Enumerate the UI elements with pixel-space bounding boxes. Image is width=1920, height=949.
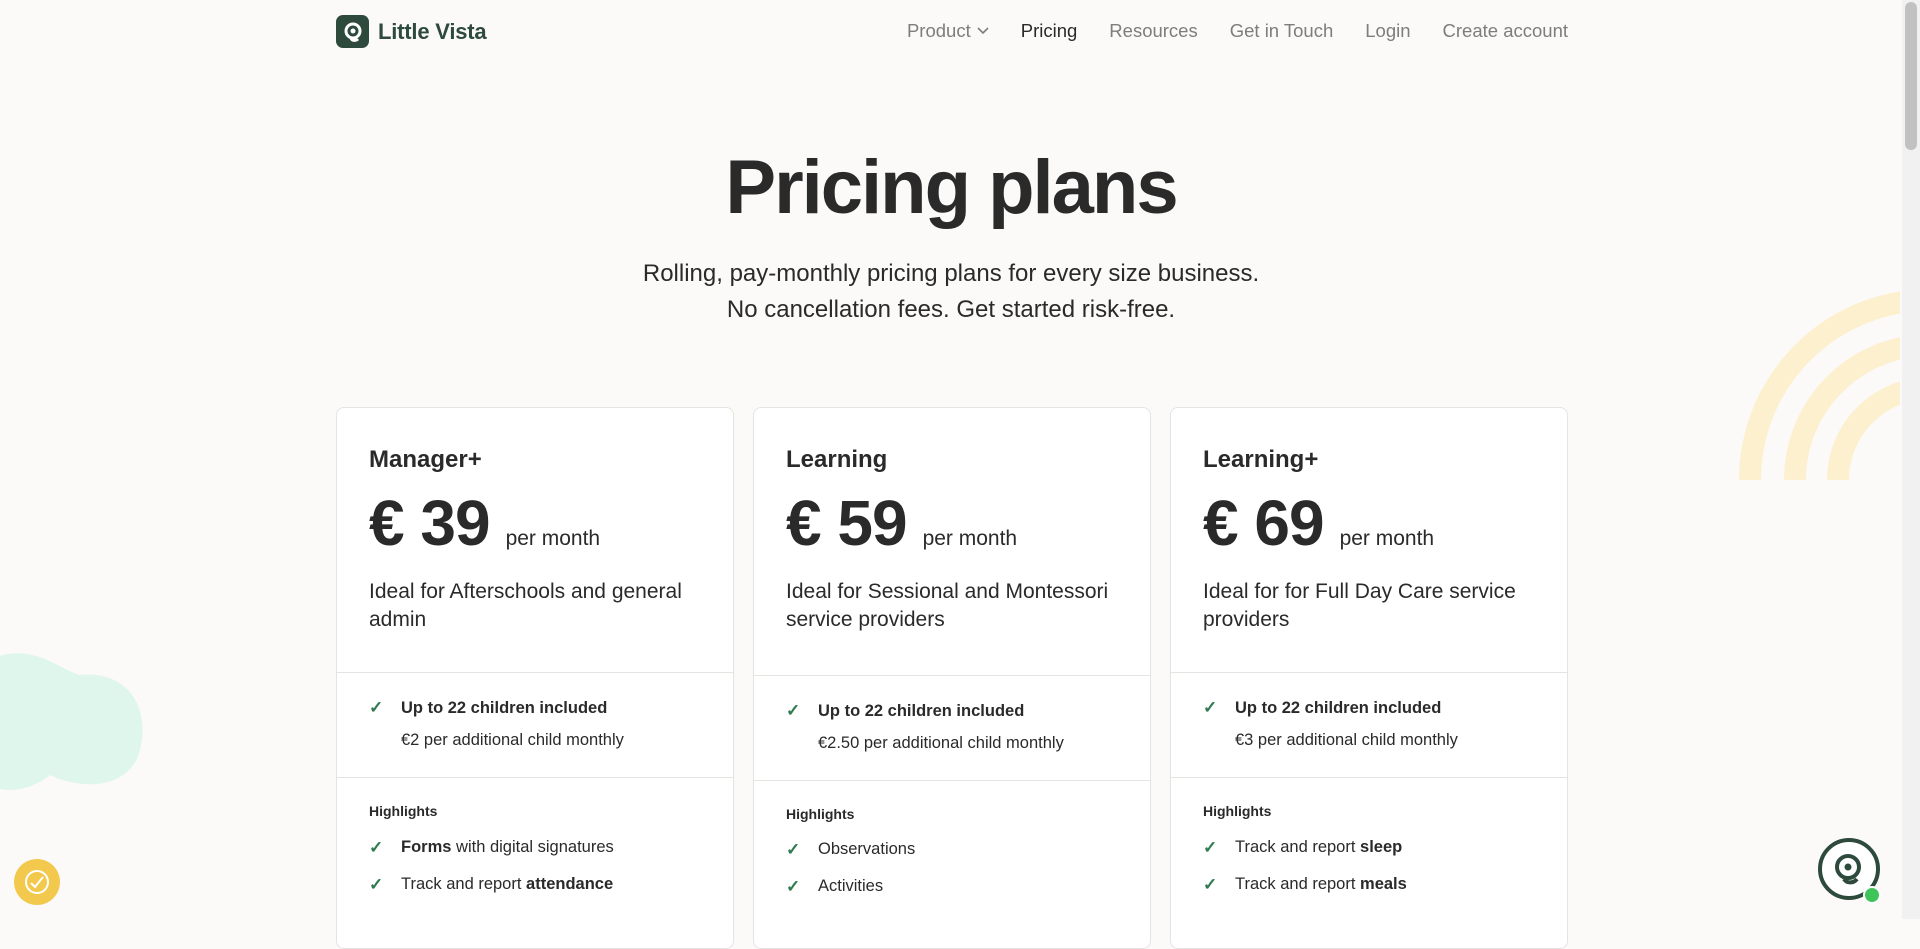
divider <box>337 672 733 673</box>
brand-name: Little Vista <box>378 18 487 44</box>
check-icon: ✓ <box>369 698 384 717</box>
chat-icon <box>1835 854 1861 885</box>
plan-included: ✓ Up to 22 children included €2.50 per ad… <box>786 701 1064 753</box>
list-item: ✓ Observations <box>786 839 916 859</box>
list-item: ✓ Track and report sleep <box>1203 837 1403 857</box>
check-icon: ✓ <box>1203 837 1218 857</box>
highlights-title: Highlights <box>369 803 438 819</box>
price-amount: € 69 <box>1203 487 1325 559</box>
nav-item-create-account[interactable]: Create account <box>1443 20 1568 42</box>
plan-card-manager-plus: Manager+ € 39 per month Ideal for Afters… <box>336 407 734 949</box>
nav-item-get-in-touch[interactable]: Get in Touch <box>1230 20 1334 42</box>
nav-item-login[interactable]: Login <box>1365 20 1410 42</box>
plan-card-learning-plus: Learning+ € 69 per month Ideal for for F… <box>1170 407 1568 949</box>
list-item: ✓ Track and report attendance <box>369 874 614 894</box>
plan-description: Ideal for Sessional and Montessori servi… <box>786 580 1109 631</box>
additional-child-price: €2.50 per additional child monthly <box>818 734 1064 752</box>
check-icon: ✓ <box>786 701 801 720</box>
plan-description: Ideal for Afterschools and general admin <box>369 580 682 631</box>
plan-included: ✓ Up to 22 children included €3 per addit… <box>1203 698 1458 750</box>
plan-card-learning: Learning € 59 per month Ideal for Sessio… <box>753 407 1151 949</box>
nav-item-product[interactable]: Product <box>907 20 989 42</box>
main-nav: Product Pricing Resources Get in Touch L… <box>907 20 1568 42</box>
brand-logo[interactable]: Little Vista <box>336 15 487 48</box>
nav-item-pricing[interactable]: Pricing <box>1021 20 1078 42</box>
chevron-down-icon <box>977 27 989 35</box>
included-children: Up to 22 children included <box>818 701 1025 720</box>
site-header: Little Vista Product Pricing Resources G… <box>336 14 1568 54</box>
included-children: Up to 22 children included <box>1235 698 1442 717</box>
decorative-blob <box>0 653 143 790</box>
list-item: ✓ Track and report meals <box>1203 874 1407 894</box>
check-icon: ✓ <box>369 837 384 857</box>
check-icon: ✓ <box>1203 698 1218 717</box>
price-period: per month <box>1339 527 1435 550</box>
price-period: per month <box>505 527 601 550</box>
logo-icon <box>336 15 369 48</box>
divider <box>754 780 1150 781</box>
check-icon: ✓ <box>786 839 801 859</box>
price-amount: € 59 <box>786 487 908 559</box>
additional-child-price: €2 per additional child monthly <box>401 731 624 749</box>
page-title: Pricing plans <box>725 145 1178 230</box>
divider <box>1171 672 1567 673</box>
list-item: ✓ Activities <box>786 876 884 896</box>
online-status-dot <box>1863 886 1881 904</box>
divider <box>754 675 1150 676</box>
nav-item-resources[interactable]: Resources <box>1109 20 1197 42</box>
subtitle-line-1: Rolling, pay-monthly pricing plans for e… <box>642 260 1260 287</box>
plan-name: Learning <box>786 446 888 473</box>
highlights-list: ✓ Forms with digital signatures ✓ Track an… <box>369 829 614 903</box>
divider <box>337 777 733 778</box>
plan-price: € 69 per month <box>1203 486 1434 560</box>
subtitle-line-2: No cancellation fees. Get started risk-f… <box>726 296 1176 323</box>
check-icon: ✓ <box>369 874 384 894</box>
price-amount: € 39 <box>369 487 491 559</box>
plan-included: ✓ Up to 22 children included €2 per addit… <box>369 698 624 750</box>
check-icon: ✓ <box>786 876 801 896</box>
included-children: Up to 22 children included <box>401 698 608 717</box>
plan-price: € 39 per month <box>369 486 600 560</box>
price-period: per month <box>922 527 1018 550</box>
highlights-list: ✓ Observations ✓ Activities <box>786 831 915 905</box>
accessibility-button[interactable] <box>14 859 60 905</box>
plan-description: Ideal for for Full Day Care service prov… <box>1203 580 1516 631</box>
divider <box>1171 777 1567 778</box>
plan-name: Manager+ <box>369 446 482 473</box>
highlights-list: ✓ Track and report sleep ✓ Track and repor… <box>1203 829 1407 903</box>
page-subtitle: Rolling, pay-monthly pricing plans for e… <box>0 256 1902 328</box>
highlights-title: Highlights <box>786 806 855 822</box>
additional-child-price: €3 per additional child monthly <box>1235 731 1458 749</box>
scrollbar-thumb[interactable] <box>1905 2 1917 150</box>
plan-price: € 59 per month <box>786 486 1017 560</box>
highlights-title: Highlights <box>1203 803 1272 819</box>
list-item: ✓ Forms with digital signatures <box>369 837 614 857</box>
check-icon: ✓ <box>1203 874 1218 894</box>
plan-name: Learning+ <box>1203 446 1319 473</box>
accessibility-icon <box>25 870 49 894</box>
